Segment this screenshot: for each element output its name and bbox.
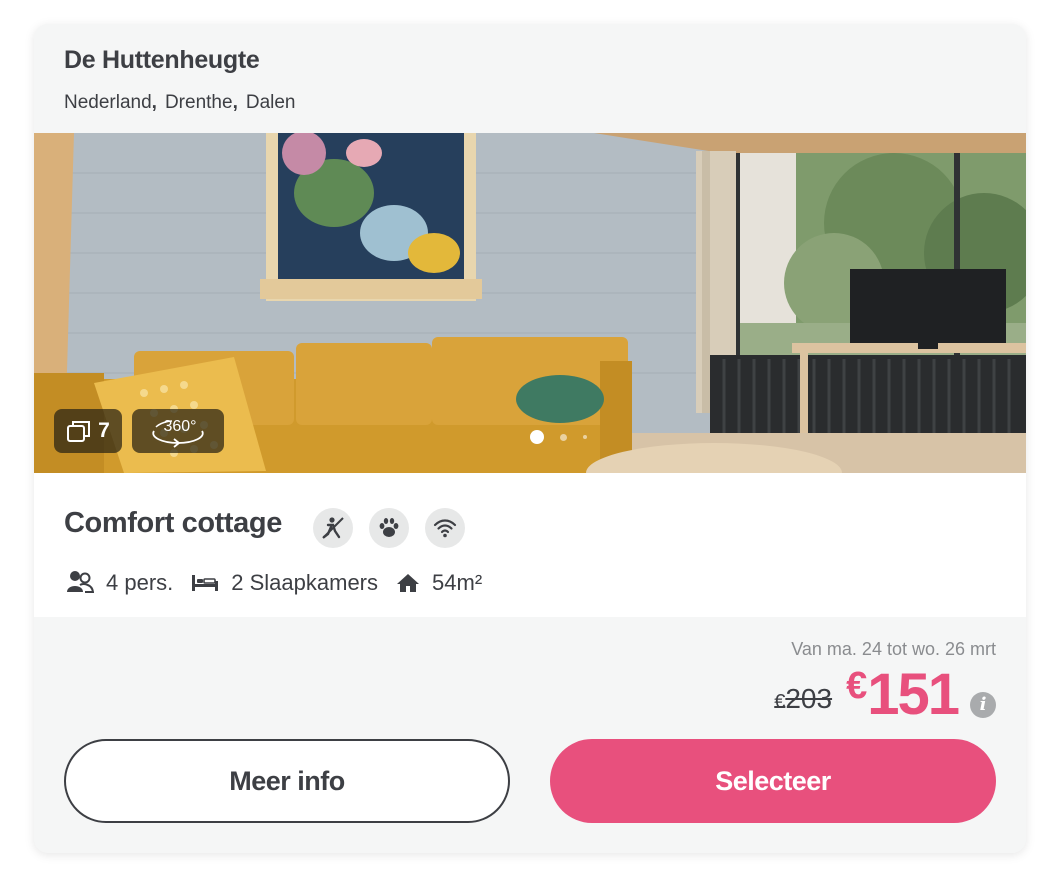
carousel-dot-active[interactable] <box>530 430 544 444</box>
tour-label: 360° <box>163 418 196 435</box>
select-button[interactable]: Selecteer <box>550 739 996 823</box>
non-smoking-icon <box>313 508 353 548</box>
stay-period: Van ma. 24 tot wo. 26 mrt <box>791 639 996 659</box>
location-city: Dalen <box>245 92 296 113</box>
accommodation-type[interactable]: Comfort cottage <box>64 507 282 540</box>
old-price: €203 <box>774 683 833 714</box>
360-tour-icon: 360° <box>152 418 204 448</box>
gallery-icon <box>67 421 91 442</box>
house-icon <box>397 574 420 592</box>
card-header: De Huttenheugte Nederland, Drenthe, Dale… <box>34 24 1026 133</box>
bed-icon <box>192 575 219 591</box>
price-info-icon[interactable]: i <box>970 691 996 718</box>
price-row: €203 €151 i <box>774 661 996 728</box>
carousel-dot[interactable] <box>560 433 567 441</box>
location-region: Drenthe <box>164 92 233 113</box>
accommodation-card[interactable]: De Huttenheugte Nederland, Drenthe, Dale… <box>34 24 1026 853</box>
carousel-indicator <box>530 430 587 444</box>
accommodation-details: Comfort cottage 4 pers. 2 Slaapkamers 54… <box>34 473 1026 617</box>
accommodation-photo[interactable]: 7 360° <box>34 133 1026 473</box>
bedrooms-value: 2 Slaapkamers <box>231 570 379 595</box>
more-info-button[interactable]: Meer info <box>64 739 510 823</box>
wifi-icon <box>425 508 465 548</box>
persons-value: 4 pers. <box>106 570 174 595</box>
price-section: Van ma. 24 tot wo. 26 mrt €203 €151 i Me… <box>34 617 1026 853</box>
location-breadcrumb: Nederland, Drenthe, Dalen <box>64 92 296 113</box>
area-spec: 54m² <box>396 570 482 596</box>
photo-gallery-button[interactable]: 7 <box>54 409 122 453</box>
accommodation-specs: 4 pers. 2 Slaapkamers 54m² <box>66 570 500 596</box>
bedrooms-spec: 2 Slaapkamers <box>191 570 378 596</box>
area-value: 54m² <box>432 570 483 595</box>
park-name[interactable]: De Huttenheugte <box>64 46 260 75</box>
carousel-dot[interactable] <box>583 435 587 439</box>
pets-allowed-icon <box>369 508 409 548</box>
photo-count: 7 <box>98 419 110 442</box>
persons-icon <box>67 571 94 593</box>
new-price: €151 <box>846 662 960 727</box>
persons-spec: 4 pers. <box>66 570 173 596</box>
virtual-tour-button[interactable]: 360° <box>132 409 224 453</box>
location-country: Nederland <box>64 92 152 113</box>
